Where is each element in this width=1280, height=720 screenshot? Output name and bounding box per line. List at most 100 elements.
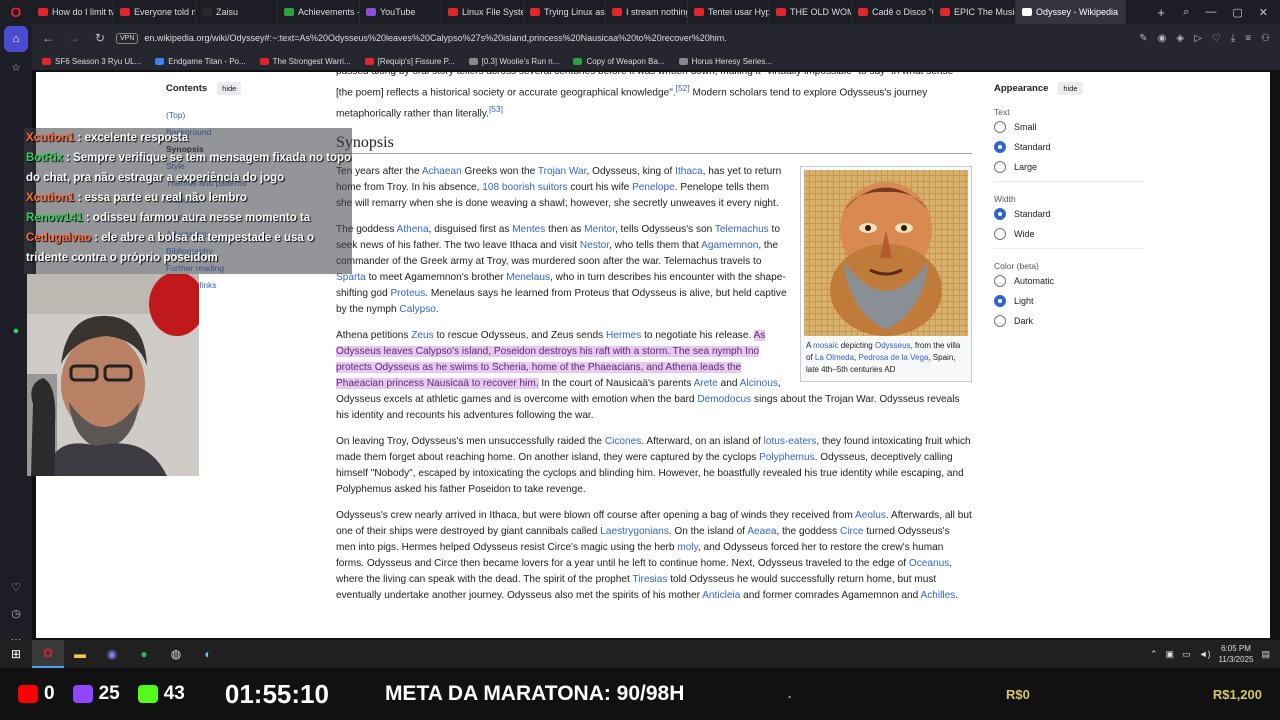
reload-icon[interactable]: ↻ [90, 31, 110, 45]
link-lotus-eaters[interactable]: lotus-eaters [764, 436, 817, 447]
link-suitors[interactable]: 108 boorish suitors [482, 182, 567, 193]
tab-10[interactable]: Cadê o Disco "C" [852, 0, 934, 24]
radio-small[interactable]: Small [994, 117, 1144, 137]
link-pedrosa[interactable]: Pedrosa de la Vega [859, 353, 929, 362]
radio-wide[interactable]: Wide [994, 224, 1144, 244]
tab-3[interactable]: Achievements - K [278, 0, 360, 24]
link-agamemnon[interactable]: Agamemnon [701, 240, 758, 251]
tab-4[interactable]: YouTube [360, 0, 442, 24]
star-icon[interactable]: ☆ [0, 54, 32, 80]
tab-11[interactable]: EPIC The Musical [934, 0, 1016, 24]
menu-icon[interactable]: ≡ [1245, 33, 1251, 44]
radio-button-icon[interactable] [994, 295, 1006, 307]
bookmark-6[interactable]: Horus Heresy Series... [678, 57, 772, 66]
radio-button-icon[interactable] [994, 275, 1006, 287]
link-la-olmeda[interactable]: La Olmeda [815, 353, 854, 362]
link-oceanus[interactable]: Oceanus [909, 558, 949, 569]
camera-icon[interactable]: ◉ [1158, 33, 1167, 44]
link-demodocus[interactable]: Demodocus [697, 394, 751, 405]
appearance-hide-button[interactable]: hide [1058, 82, 1083, 95]
tab-5[interactable]: Linux File System [442, 0, 524, 24]
link-telemachus[interactable]: Telemachus [715, 224, 769, 235]
toc-hide-button[interactable]: hide [217, 82, 242, 95]
notifications-icon[interactable]: ▤ [1261, 649, 1270, 660]
radio-large[interactable]: Large [994, 157, 1144, 177]
tab-7[interactable]: I stream nothing, [606, 0, 688, 24]
link-menelaus[interactable]: Menelaus [506, 272, 550, 283]
steam-icon[interactable]: ◐ [192, 640, 224, 668]
discord-icon[interactable]: ◉ [96, 640, 128, 668]
obs-icon[interactable]: ◍ [160, 640, 192, 668]
opera-logo-icon[interactable]: O [0, 0, 32, 24]
radio-standard[interactable]: Standard [994, 137, 1144, 157]
link-penelope[interactable]: Penelope [632, 182, 675, 193]
heart-icon[interactable]: ♡ [1212, 33, 1221, 44]
link-ithaca[interactable]: Ithaca [675, 166, 703, 177]
chevron-up-icon[interactable]: ⌃ [1150, 649, 1158, 660]
heart-icon[interactable]: ♡ [0, 574, 32, 600]
maximize-icon[interactable]: ▢ [1232, 6, 1242, 19]
windows-start-icon[interactable]: ⊞ [0, 640, 32, 668]
profile-icon[interactable]: ⚇ [1261, 33, 1270, 44]
radio-light[interactable]: Light [994, 291, 1144, 311]
tab-2[interactable]: Zaisu [196, 0, 278, 24]
link-achaean[interactable]: Achaean [422, 166, 462, 177]
new-tab-button[interactable]: + [1151, 5, 1171, 20]
radio-button-icon[interactable] [994, 208, 1006, 220]
link-circe[interactable]: Circe [840, 526, 864, 537]
tab-0[interactable]: How do I limit tw [32, 0, 114, 24]
download-icon[interactable]: ⤓ [1231, 33, 1235, 44]
link-odysseus[interactable]: Odysseus [875, 341, 911, 350]
tab-12[interactable]: Odyssey - Wikipedia [1016, 0, 1126, 24]
link-calypso[interactable]: Calypso [399, 304, 435, 315]
edit-icon[interactable]: ✎ [1139, 33, 1147, 44]
link-mentes[interactable]: Mentes [512, 224, 545, 235]
link-tiresias[interactable]: Tiresias [632, 574, 667, 585]
bookmark-4[interactable]: [0.3] Woolie's Run n... [468, 57, 559, 66]
opera-taskbar-icon[interactable]: O [32, 640, 64, 668]
bookmark-5[interactable]: Copy of Weapon Ba... [573, 57, 665, 66]
bookmark-3[interactable]: [Requip's] Fissure P... [364, 57, 455, 66]
tab-8[interactable]: Tentei usar Hyprl [688, 0, 770, 24]
close-icon[interactable]: ✕ [1259, 6, 1268, 19]
bookmark-0[interactable]: SF6 Season 3 Ryu UL... [42, 57, 141, 66]
link-hermes[interactable]: Hermes [606, 330, 641, 341]
link-aeolus[interactable]: Aeolus [855, 510, 886, 521]
link-moly[interactable]: moly [677, 542, 698, 553]
radio-button-icon[interactable] [994, 121, 1006, 133]
link-alcinous[interactable]: Alcinous [740, 378, 778, 389]
shield-icon[interactable]: ◈ [1176, 33, 1184, 44]
link-proteus[interactable]: Proteus [390, 288, 425, 299]
radio-automatic[interactable]: Automatic [994, 271, 1144, 291]
link-anticleia[interactable]: Anticleia [702, 590, 740, 601]
minimize-icon[interactable]: — [1205, 6, 1216, 19]
link-polyphemus[interactable]: Polyphemus [759, 452, 815, 463]
forward-icon[interactable]: → [64, 31, 84, 45]
home-icon[interactable]: ⌂ [4, 26, 28, 52]
play-icon[interactable]: ▷ [1194, 33, 1202, 44]
back-icon[interactable]: ← [38, 31, 58, 45]
file-explorer-icon[interactable]: ▬ [64, 640, 96, 668]
odysseus-mosaic-image[interactable] [804, 169, 968, 336]
link-nestor[interactable]: Nestor [580, 240, 609, 251]
link-athena[interactable]: Athena [397, 224, 429, 235]
link-zeus[interactable]: Zeus [411, 330, 433, 341]
bookmark-1[interactable]: Endgame Titan - Po... [155, 57, 246, 66]
citation-53[interactable]: [53] [489, 104, 503, 114]
link-cicones[interactable]: Cicones [605, 436, 641, 447]
toc-item--top-[interactable]: (Top) [166, 107, 316, 124]
history-icon[interactable]: ◷ [0, 600, 32, 626]
url-field[interactable]: en.wikipedia.org/wiki/Odyssey#:~:text=As… [144, 33, 1133, 43]
link-laestrygonians[interactable]: Laestrygonians [600, 526, 668, 537]
bookmark-2[interactable]: The Strongest Warri... [259, 57, 351, 66]
link-trojan-war[interactable]: Trojan War [538, 166, 587, 177]
link-arete[interactable]: Arete [694, 378, 718, 389]
clock[interactable]: 6:05 PM 11/3/2025 [1218, 643, 1253, 665]
radio-button-icon[interactable] [994, 141, 1006, 153]
link-mosaic[interactable]: mosaic [813, 341, 838, 350]
tab-1[interactable]: Everyone told me [114, 0, 196, 24]
tab-6[interactable]: Trying Linux as a [524, 0, 606, 24]
tray-app-icon[interactable]: ▣ [1166, 649, 1175, 660]
radio-button-icon[interactable] [994, 315, 1006, 327]
spotify-icon[interactable]: ● [128, 640, 160, 668]
